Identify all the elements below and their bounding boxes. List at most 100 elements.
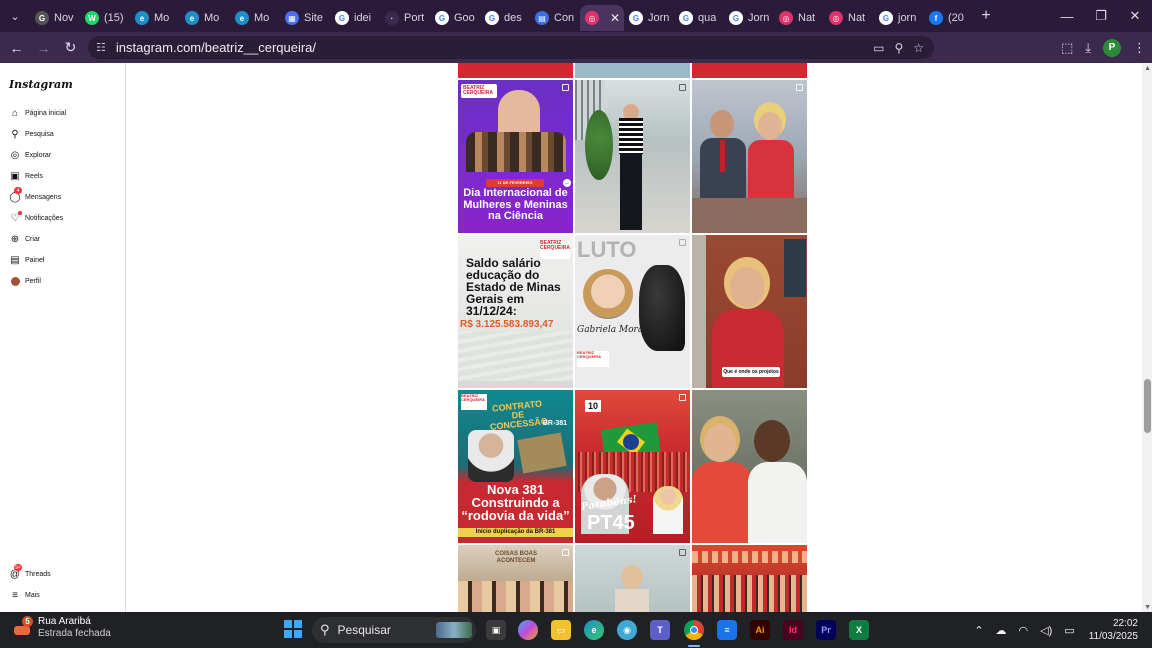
tab-search-button[interactable]: ⌄: [0, 0, 30, 32]
browser-tab[interactable]: G Jorn: [624, 5, 674, 31]
sidebar-item-página-inicial[interactable]: ⌂ Página inicial: [9, 105, 66, 121]
browser-tab[interactable]: Gidei: [330, 5, 380, 31]
site-info-icon[interactable]: ☷: [96, 41, 106, 54]
browser-menu-icon[interactable]: ⋮: [1133, 40, 1146, 56]
browser-tab[interactable]: ◎ Nat: [824, 5, 874, 31]
sidebar-item-threads[interactable]: @9+ Threads: [9, 564, 51, 582]
chevron-up-icon[interactable]: ⌃: [974, 624, 983, 637]
post-tile[interactable]: 10 Parabéns! PT45: [575, 390, 690, 543]
browser-tab[interactable]: ▦ Site: [280, 5, 330, 31]
edge-icon[interactable]: e: [584, 620, 604, 640]
sidebar-item-pesquisa[interactable]: ⚲ Pesquisa: [9, 126, 53, 142]
browser-tab[interactable]: W (15): [80, 5, 130, 31]
post-tile[interactable]: COISAS BOAS ACONTECEM: [458, 545, 573, 612]
teams-icon[interactable]: T: [650, 620, 670, 640]
system-clock[interactable]: 22:02 11/03/2025: [1089, 617, 1138, 643]
tab-favicon-icon: ·: [385, 11, 399, 25]
browser-tab[interactable]: f (20: [924, 5, 974, 31]
scroll-thumb[interactable]: [1144, 379, 1151, 433]
sidebar-item-reels[interactable]: ▣ Reels: [9, 168, 43, 184]
tab-favicon-icon: G: [729, 11, 743, 25]
sidebar-item-mensagens[interactable]: ◯ 4 Mensagens: [9, 187, 61, 205]
reload-button[interactable]: ↻: [57, 34, 84, 61]
post-tile[interactable]: [692, 390, 807, 543]
excel-icon[interactable]: X: [849, 620, 869, 640]
browser-tab[interactable]: e Mo: [180, 5, 230, 31]
sidebar-item-criar[interactable]: ⊕ Criar: [9, 231, 40, 247]
weather-widget[interactable]: 5 Rua Araribá Estrada fechada: [14, 616, 111, 640]
browser-tab[interactable]: e Mo: [130, 5, 180, 31]
profile-avatar[interactable]: P: [1103, 38, 1121, 57]
post-tile[interactable]: BEATRIZ CERQUEIRA Saldo salário educação…: [458, 235, 573, 388]
page-scrollbar[interactable]: ▲ ▼: [1142, 63, 1152, 612]
sidebar-item-notificações[interactable]: ♡ Notificações: [9, 210, 63, 226]
file-explorer-icon[interactable]: ▭: [551, 620, 571, 640]
post-tile[interactable]: BEATRIZ CERQUEIRA CONTRATO DE CONCESSÃO …: [458, 390, 573, 543]
post-tile[interactable]: [575, 80, 690, 233]
forward-button[interactable]: →: [30, 34, 57, 61]
cast-icon[interactable]: ▭: [873, 41, 884, 55]
browser-toolbar: ← → ↻ ☷ instagram.com/beatriz__cerqueira…: [0, 32, 1152, 63]
cloud-off-icon[interactable]: ☁: [996, 624, 1007, 637]
download-icon[interactable]: ⤓: [1085, 40, 1091, 56]
arrow-right-icon: →: [563, 179, 571, 187]
battery-icon[interactable]: ▭: [1064, 624, 1074, 637]
bookmark-star-icon[interactable]: ☆: [913, 41, 924, 55]
post-tile[interactable]: [692, 63, 807, 78]
back-button[interactable]: ←: [3, 34, 30, 61]
browser-tab[interactable]: G Nov: [30, 5, 80, 31]
copilot-icon[interactable]: [518, 620, 538, 640]
wifi-icon[interactable]: ◠: [1019, 624, 1029, 637]
browser-tab[interactable]: G Jorn: [724, 5, 774, 31]
post-tile[interactable]: [575, 545, 690, 612]
browser-tab[interactable]: e Mo: [230, 5, 280, 31]
browser-tab[interactable]: ◎ ✕: [580, 5, 624, 31]
search-highlight-image: [436, 622, 472, 638]
new-tab-button[interactable]: +: [974, 7, 998, 25]
post-tile[interactable]: [458, 63, 573, 78]
ceiling-lights: [692, 551, 807, 563]
premiere-icon[interactable]: Pr: [816, 620, 836, 640]
man-white-shirt: [748, 462, 807, 543]
sidebar-item-label: Explorar: [25, 151, 52, 159]
scroll-down-arrow[interactable]: ▼: [1144, 604, 1151, 611]
sidebar-item-mais[interactable]: ≡ Mais: [9, 587, 40, 603]
post-tile[interactable]: Que é onde os projetos: [692, 235, 807, 388]
indesign-icon[interactable]: Id: [783, 620, 803, 640]
heart-icon: ♡: [9, 211, 22, 224]
start-button[interactable]: [284, 620, 302, 638]
restore-button[interactable]: ❐: [1084, 0, 1118, 32]
post-tile[interactable]: [575, 63, 690, 78]
sidebar-item-explorar[interactable]: ◎ Explorar: [9, 147, 51, 163]
browser-tab[interactable]: · Port: [380, 5, 430, 31]
taskbar-search[interactable]: ⚲ Pesquisar: [312, 617, 476, 643]
notes-app-icon[interactable]: ≡: [717, 620, 737, 640]
browser-app-icon[interactable]: ◉: [617, 620, 637, 640]
post-tile[interactable]: LUTO Gabriela Moraes BEATRIZ CERQUEIRA: [575, 235, 690, 388]
post-tile[interactable]: [692, 80, 807, 233]
extensions-icon[interactable]: ⬚: [1061, 40, 1073, 56]
minimize-button[interactable]: —: [1050, 0, 1084, 32]
volume-icon[interactable]: ◁): [1040, 624, 1052, 637]
illustrator-icon[interactable]: Ai: [750, 620, 770, 640]
sidebar-item-perfil[interactable]: Perfil: [9, 273, 41, 289]
browser-tab[interactable]: Gdes: [480, 5, 530, 31]
browser-tab[interactable]: Gqua: [674, 5, 724, 31]
post-tile[interactable]: BEATRIZ CERQUEIRA 11 DE FEVEREIRO Dia In…: [458, 80, 573, 233]
chrome-icon[interactable]: [684, 620, 704, 640]
sidebar-item-painel[interactable]: ▤ Painel: [9, 252, 44, 268]
tab-label: Mo: [154, 12, 170, 24]
zoom-icon[interactable]: ⚲: [894, 41, 903, 55]
browser-tab[interactable]: ▤ Con: [530, 5, 580, 31]
task-view-icon[interactable]: ▣: [486, 620, 506, 640]
post-tile[interactable]: [692, 545, 807, 612]
instagram-logo[interactable]: Instagram: [9, 78, 73, 91]
address-bar[interactable]: ☷ instagram.com/beatriz__cerqueira/ ▭ ⚲ …: [88, 36, 934, 59]
scroll-up-arrow[interactable]: ▲: [1144, 65, 1151, 72]
close-window-button[interactable]: ✕: [1118, 0, 1152, 32]
browser-tab[interactable]: Gjorn: [874, 5, 924, 31]
browser-tab[interactable]: G Goo: [430, 5, 480, 31]
wall-poster: [784, 239, 806, 297]
close-tab-icon[interactable]: ✕: [610, 11, 620, 25]
browser-tab[interactable]: ◎ Nat: [774, 5, 824, 31]
